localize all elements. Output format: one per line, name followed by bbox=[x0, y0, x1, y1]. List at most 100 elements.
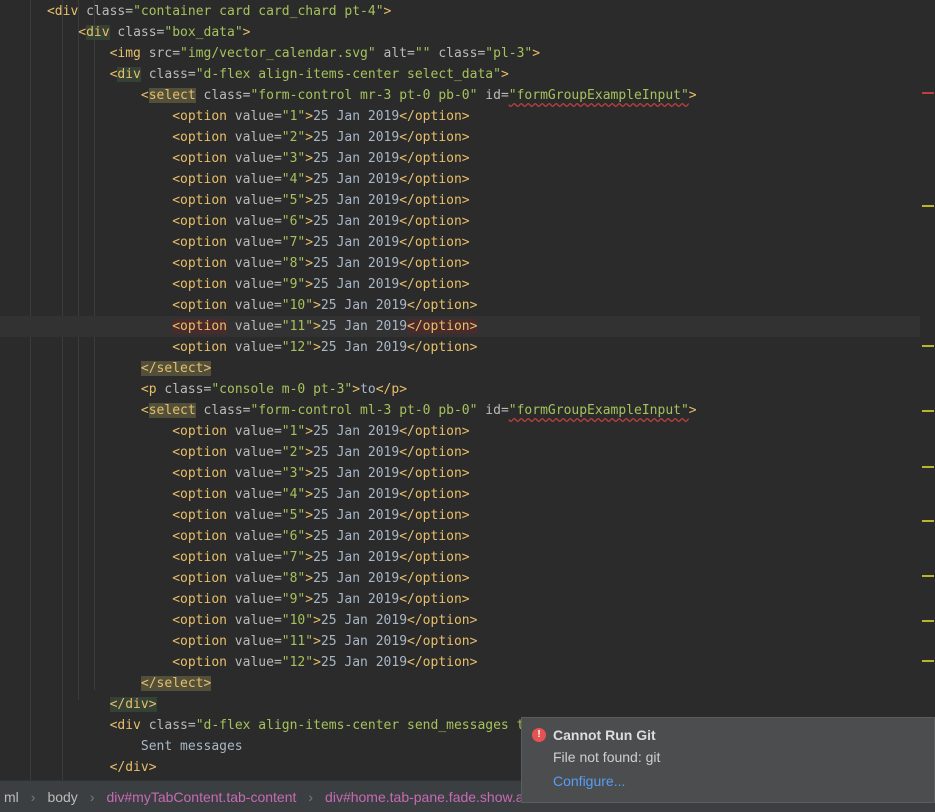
code-token: 25 Jan 2019 bbox=[313, 151, 400, 166]
code-token: > bbox=[305, 466, 314, 481]
code-token: > bbox=[313, 340, 321, 355]
code-line[interactable]: <option value="11">25 Jan 2019</option> bbox=[0, 316, 920, 337]
code-token: > bbox=[305, 277, 314, 292]
code-token: <option bbox=[172, 592, 227, 607]
warning-marker[interactable] bbox=[922, 520, 934, 522]
code-token: <option bbox=[172, 571, 227, 586]
code-token: > bbox=[313, 655, 321, 670]
code-token: < bbox=[78, 25, 87, 40]
code-line[interactable]: <div class="box_data"> bbox=[0, 22, 251, 43]
code-line[interactable]: <option value="12">25 Jan 2019</option> bbox=[0, 652, 477, 673]
code-line[interactable]: <div class="d-flex align-items-center se… bbox=[0, 64, 509, 85]
code-line[interactable]: <select class="form-control ml-3 pt-0 pb… bbox=[0, 400, 697, 421]
code-line[interactable]: <option value="5">25 Jan 2019</option> bbox=[0, 505, 469, 526]
code-token: 25 Jan 2019 bbox=[313, 550, 400, 565]
warning-marker[interactable] bbox=[922, 575, 934, 577]
code-token: <option bbox=[172, 298, 227, 313]
code-line[interactable]: <option value="1">25 Jan 2019</option> bbox=[0, 421, 469, 442]
code-line[interactable]: <option value="8">25 Jan 2019</option> bbox=[0, 253, 469, 274]
code-line[interactable]: <option value="10">25 Jan 2019</option> bbox=[0, 610, 477, 631]
code-token: > bbox=[305, 130, 314, 145]
code-line[interactable]: <option value="3">25 Jan 2019</option> bbox=[0, 463, 469, 484]
code-token: "d-flex align-items-center select_data" bbox=[195, 67, 501, 82]
code-token: id= bbox=[477, 403, 509, 418]
code-token: "img/vector_calendar.svg" bbox=[180, 46, 376, 61]
code-line[interactable]: <option value="6">25 Jan 2019</option> bbox=[0, 526, 470, 547]
code-line[interactable]: <option value="5">25 Jan 2019</option> bbox=[0, 190, 469, 211]
code-token: > bbox=[305, 550, 314, 565]
code-token: </div> bbox=[109, 760, 157, 775]
code-line[interactable]: <select class="form-control mr-3 pt-0 pb… bbox=[0, 85, 697, 106]
code-line[interactable]: <option value="6">25 Jan 2019</option> bbox=[0, 211, 469, 232]
code-token: 25 Jan 2019 bbox=[320, 634, 408, 649]
code-token: 25 Jan 2019 bbox=[313, 424, 400, 439]
code-line[interactable]: </div> bbox=[0, 694, 157, 715]
error-stripe[interactable] bbox=[920, 0, 935, 780]
warning-marker[interactable] bbox=[922, 345, 934, 347]
code-editor[interactable]: <div class="container card card_chard pt… bbox=[0, 0, 920, 780]
code-token: value= bbox=[226, 487, 282, 502]
code-token: <option bbox=[172, 130, 227, 145]
code-line[interactable]: <option value="2">25 Jan 2019</option> bbox=[0, 442, 469, 463]
code-line[interactable]: <div class="d-flex align-items-center se… bbox=[0, 715, 548, 736]
code-token: "3" bbox=[281, 466, 306, 481]
code-line[interactable]: </select> bbox=[0, 673, 212, 694]
code-line[interactable]: <option value="1">25 Jan 2019</option> bbox=[0, 106, 469, 127]
code-token: > bbox=[305, 172, 314, 187]
code-token: </option> bbox=[399, 151, 470, 166]
code-line[interactable]: <option value="7">25 Jan 2019</option> bbox=[0, 547, 469, 568]
code-token: </option> bbox=[399, 529, 470, 544]
code-token: 25 Jan 2019 bbox=[313, 214, 400, 229]
code-line[interactable]: <option value="12">25 Jan 2019</option> bbox=[0, 337, 477, 358]
code-line[interactable]: <option value="2">25 Jan 2019</option> bbox=[0, 127, 469, 148]
code-line[interactable]: </select> bbox=[0, 358, 212, 379]
code-token: "4" bbox=[281, 172, 306, 187]
error-marker[interactable] bbox=[922, 92, 934, 94]
code-line[interactable]: <img src="img/vector_calendar.svg" alt="… bbox=[0, 43, 541, 64]
warning-marker[interactable] bbox=[922, 410, 934, 412]
code-token: "10" bbox=[281, 613, 314, 628]
git-notification-balloon[interactable]: ! Cannot Run Git File not found: git Con… bbox=[521, 717, 935, 803]
code-token: > bbox=[305, 151, 314, 166]
code-line[interactable]: <option value="3">25 Jan 2019</option> bbox=[0, 148, 470, 169]
code-token: div bbox=[54, 4, 79, 19]
code-token: <option bbox=[172, 487, 227, 502]
code-token: value= bbox=[226, 571, 282, 586]
warning-marker[interactable] bbox=[922, 620, 934, 622]
code-token: div bbox=[117, 67, 141, 82]
code-line[interactable]: <option value="10">25 Jan 2019</option> bbox=[0, 295, 477, 316]
code-line[interactable]: <option value="4">25 Jan 2019</option> bbox=[0, 484, 469, 505]
code-line[interactable]: <option value="4">25 Jan 2019</option> bbox=[0, 169, 469, 190]
code-line[interactable]: <option value="8">25 Jan 2019</option> bbox=[0, 568, 469, 589]
breadcrumb-item[interactable]: div#myTabContent.tab-content bbox=[102, 789, 300, 805]
breadcrumb-item[interactable]: body bbox=[43, 789, 81, 805]
warning-marker[interactable] bbox=[922, 660, 934, 662]
code-line[interactable]: </div> bbox=[0, 757, 157, 778]
code-token: "8" bbox=[281, 256, 306, 271]
code-line[interactable]: <option value="9">25 Jan 2019</option> bbox=[0, 274, 469, 295]
code-token: select bbox=[148, 403, 196, 418]
code-line[interactable]: Sent messages bbox=[0, 736, 243, 757]
code-token: "formGroupExampleInput" bbox=[508, 403, 689, 418]
warning-marker[interactable] bbox=[922, 205, 934, 207]
code-line[interactable]: <div class="container card card_chard pt… bbox=[0, 1, 391, 22]
code-token: 25 Jan 2019 bbox=[320, 340, 408, 355]
code-line[interactable]: <option value="9">25 Jan 2019</option> bbox=[0, 589, 469, 610]
chevron-right-icon: › bbox=[308, 788, 314, 805]
code-token: to bbox=[360, 382, 376, 397]
breadcrumb-item[interactable]: ml bbox=[0, 789, 23, 805]
warning-marker[interactable] bbox=[922, 466, 934, 468]
code-token: <option bbox=[172, 151, 227, 166]
configure-link[interactable]: Configure... bbox=[553, 773, 625, 789]
code-line[interactable]: <option value="7">25 Jan 2019</option> bbox=[0, 232, 469, 253]
code-line[interactable]: <p class="console m-0 pt-3">to</p> bbox=[0, 379, 407, 400]
code-line[interactable]: <option value="11">25 Jan 2019</option> bbox=[0, 631, 477, 652]
